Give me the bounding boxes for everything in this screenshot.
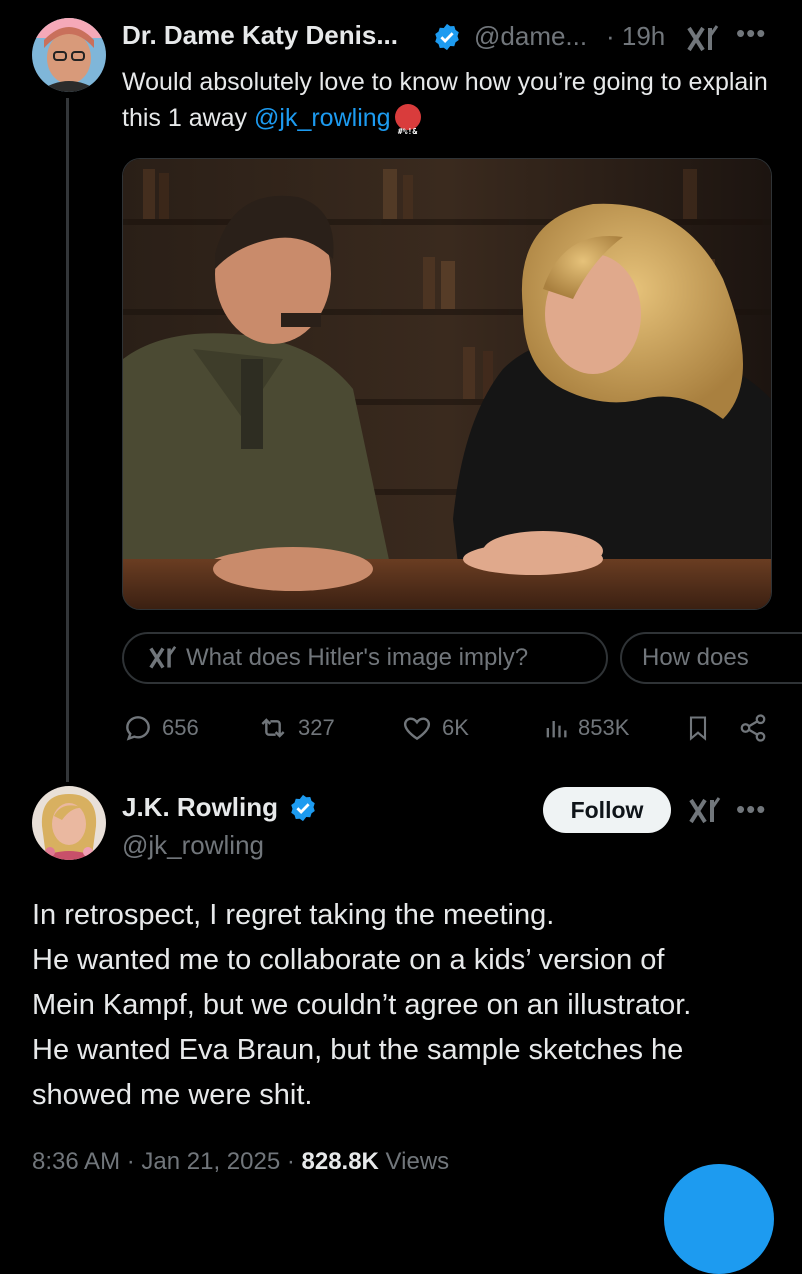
- avatar[interactable]: [32, 18, 106, 92]
- chip-label: What does Hitler's image imply?: [186, 644, 529, 671]
- post-timestamp[interactable]: 8:36 AM · Jan 21, 2025 ·: [32, 1148, 302, 1175]
- avatar[interactable]: [32, 786, 106, 860]
- post-text-line: He wanted me to collaborate on a kids’ v…: [32, 944, 665, 976]
- mention-link[interactable]: @jk_rowling: [254, 104, 391, 132]
- more-icon[interactable]: •••: [736, 794, 766, 825]
- post-meta: 8:36 AM · Jan 21, 2025 · 828.8K Views: [32, 1148, 449, 1176]
- post-text-line: He wanted Eva Braun, but the sample sket…: [32, 1034, 684, 1066]
- post-text: In retrospect, I regret taking the meeti…: [32, 893, 782, 1118]
- grok-question-chip[interactable]: What does Hitler's image imply?: [122, 632, 608, 684]
- post-text-line: In retrospect, I regret taking the meeti…: [32, 899, 555, 931]
- repost-button[interactable]: 327: [256, 712, 335, 744]
- grok-icon: [149, 645, 177, 669]
- author-handle[interactable]: @jk_rowling: [122, 830, 264, 861]
- post-text: Would absolutely love to know how you’re…: [122, 64, 782, 136]
- more-icon[interactable]: •••: [736, 18, 766, 49]
- author-name[interactable]: Dr. Dame Katy Denis...: [122, 20, 398, 51]
- views-label: Views: [378, 1148, 450, 1175]
- bookmark-icon: [689, 716, 707, 741]
- like-icon: [403, 717, 431, 741]
- compose-button[interactable]: [664, 1164, 774, 1274]
- chip-label: How does: [642, 644, 749, 671]
- reply-count: 656: [162, 715, 199, 740]
- post-time[interactable]: · 19h: [606, 21, 665, 52]
- bookmark-button[interactable]: [684, 712, 712, 744]
- post-text-line: showed me were shit.: [32, 1079, 313, 1111]
- follow-button[interactable]: Follow: [543, 787, 671, 833]
- thread-line: [66, 98, 69, 782]
- repost-count: 327: [298, 715, 335, 740]
- views-count: 828.8K: [301, 1148, 379, 1175]
- grok-icon[interactable]: [686, 24, 720, 59]
- author-handle[interactable]: @dame...: [474, 21, 587, 52]
- reply-icon: [126, 716, 150, 741]
- author-name-text[interactable]: Dr. Dame Katy Denis...: [122, 20, 398, 50]
- emoji-text: #%!&: [397, 127, 418, 136]
- views-button[interactable]: 853K: [542, 712, 629, 744]
- angry-emoji-icon: #%!&: [394, 104, 421, 136]
- post-text-line: Mein Kampf, but we couldn’t agree on an …: [32, 989, 692, 1021]
- grok-icon[interactable]: [688, 796, 722, 831]
- share-icon: [740, 714, 766, 742]
- author-name-text[interactable]: J.K. Rowling: [122, 792, 278, 822]
- post-image[interactable]: [122, 158, 772, 610]
- repost-icon: [261, 718, 285, 738]
- post-text-body: Would absolutely love to know how you’re…: [122, 68, 768, 132]
- verified-badge-icon: [288, 793, 318, 828]
- views-icon: [546, 721, 567, 738]
- views-count: 853K: [578, 715, 630, 740]
- verified-badge-icon: [432, 22, 462, 57]
- like-count: 6K: [442, 715, 469, 740]
- like-button[interactable]: 6K: [400, 712, 469, 744]
- grok-question-chip[interactable]: How does: [620, 632, 802, 684]
- share-button[interactable]: [738, 712, 768, 744]
- author-name[interactable]: J.K. Rowling: [122, 792, 278, 823]
- reply-button[interactable]: 656: [122, 712, 199, 744]
